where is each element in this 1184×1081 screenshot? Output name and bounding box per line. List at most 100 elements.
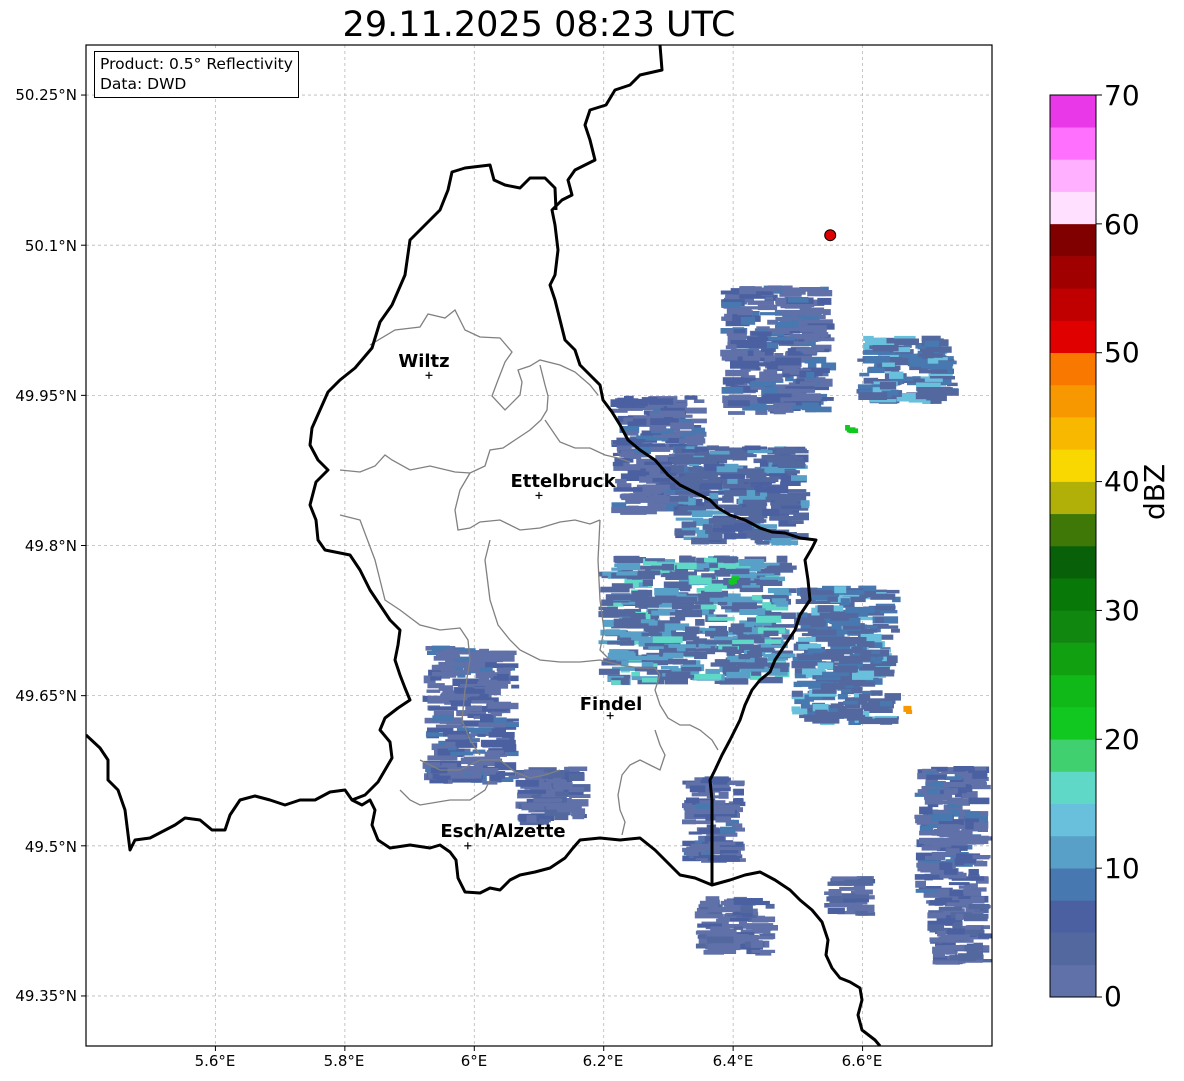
echo-pixel — [751, 918, 769, 923]
echo-pixel — [844, 879, 874, 886]
echo-pixel — [674, 572, 689, 580]
echo-pixel — [841, 688, 852, 693]
echo-pixel — [652, 477, 668, 483]
echo-pixel — [833, 665, 858, 673]
echo-pixel — [965, 822, 974, 830]
echo-pixel — [730, 360, 760, 369]
echo-pixel — [625, 656, 656, 660]
echo-pixel — [742, 446, 767, 450]
echo-pixel — [479, 667, 493, 672]
echo-pixel — [775, 357, 802, 366]
echo-pixel — [722, 495, 734, 503]
echo-pixel — [718, 791, 729, 799]
city-marker-icon — [464, 842, 472, 850]
echo-pixel — [938, 360, 954, 367]
colorbar-segment — [1050, 868, 1096, 901]
echo-pixel — [799, 393, 821, 401]
echo-pixel — [427, 695, 450, 704]
echo-pixel — [751, 331, 772, 336]
echo-pixel — [827, 908, 845, 914]
echo-pixel — [817, 297, 832, 305]
echo-pixel — [745, 317, 754, 323]
echo-pixel — [673, 511, 692, 516]
echo-pixel — [703, 524, 713, 530]
echo-pixel — [722, 377, 744, 385]
echo-pixel — [752, 519, 767, 523]
echo-pixel — [543, 768, 552, 773]
product-info-box: Product: 0.5° Reflectivity Data: DWD — [94, 51, 299, 98]
colorbar-tick-label: 10 — [1104, 852, 1140, 885]
echo-pixel — [686, 849, 699, 857]
echo-pixel — [767, 588, 789, 594]
echo-pixel — [859, 693, 871, 702]
echo-pixel — [608, 609, 636, 617]
echo-pixel — [940, 934, 970, 941]
echo-pixel — [733, 798, 744, 805]
echo-pixel — [858, 392, 888, 400]
lat-tick-label: 49.95°N — [15, 387, 77, 405]
echo-pixel — [687, 410, 699, 414]
colorbar-segment — [1050, 707, 1096, 740]
echo-pixel — [728, 411, 745, 415]
echo-pixel — [748, 287, 777, 292]
echo-pixel — [944, 782, 966, 788]
colorbar-tick-label: 20 — [1104, 723, 1140, 756]
echo-pixel — [793, 512, 809, 521]
echo-pixel — [791, 690, 803, 697]
echo-pixel — [751, 595, 763, 601]
echo-pixel — [759, 397, 772, 404]
city-label-findel: Findel — [579, 694, 643, 715]
echo-pixel — [481, 653, 509, 661]
lat-tick-label: 49.35°N — [15, 987, 77, 1005]
echo-pixel — [741, 507, 753, 513]
echo-pixel — [889, 371, 904, 379]
echo-pixel — [724, 899, 733, 907]
echo-pixel — [879, 381, 897, 390]
echo-pixel — [430, 676, 442, 681]
echo-pixel — [720, 474, 746, 479]
echo-pixel — [776, 321, 799, 328]
colorbar-segment — [1050, 900, 1096, 933]
echo-pixel — [671, 601, 695, 609]
echo-pixel — [762, 602, 772, 609]
echo-pixel — [939, 897, 953, 902]
echo-pixel — [777, 405, 794, 413]
echo-pixel — [908, 399, 927, 403]
echo-pixel — [794, 628, 815, 632]
echo-pixel — [856, 642, 870, 647]
echo-pixel — [819, 612, 835, 619]
echo-pixel — [905, 706, 910, 711]
echo-pixel — [791, 475, 807, 481]
echo-pixel — [935, 945, 965, 951]
city-label-esch-alzette: Esch/Alzette — [440, 821, 566, 842]
echo-pixel — [521, 803, 545, 811]
echo-pixel — [722, 568, 750, 575]
echo-pixel — [702, 777, 728, 783]
echo-pixel — [613, 556, 623, 563]
echo-pixel — [769, 565, 794, 573]
echo-pixel — [733, 898, 763, 905]
echo-pixel — [944, 776, 963, 780]
echo-pixel — [717, 556, 739, 563]
echo-pixel — [733, 454, 757, 458]
echo-pixel — [710, 804, 741, 808]
echo-pixel — [837, 705, 847, 714]
echo-pixel — [695, 619, 705, 626]
echo-pixel — [568, 773, 585, 781]
echo-pixel — [861, 690, 872, 695]
echo-pixel — [793, 681, 802, 688]
echo-pixel — [768, 337, 796, 341]
echo-pixel — [691, 820, 711, 825]
echo-pixel — [946, 902, 968, 907]
echo-pixel — [919, 806, 933, 815]
echo-pixel — [930, 397, 942, 404]
echo-pixel — [767, 406, 777, 412]
echo-pixel — [754, 536, 763, 544]
echo-pixel — [475, 671, 494, 679]
echo-pixel — [963, 888, 972, 894]
lat-tick-label: 50.1°N — [24, 237, 77, 255]
echo-pixel — [739, 644, 761, 650]
echo-pixel — [478, 678, 490, 684]
echo-pixel — [663, 652, 684, 659]
echo-pixel — [961, 793, 973, 798]
